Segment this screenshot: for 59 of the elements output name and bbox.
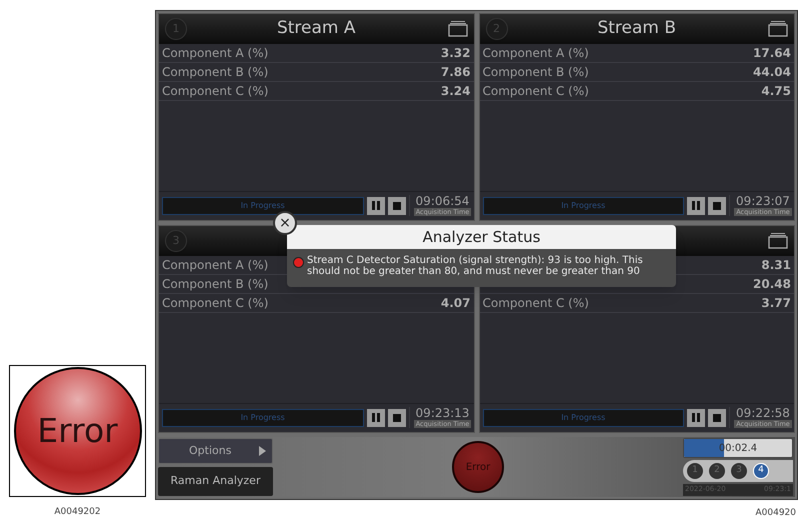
pause-button[interactable] (366, 196, 384, 214)
component-label: Component C (%) (482, 295, 589, 312)
component-value: 3.77 (761, 295, 791, 312)
stop-button[interactable] (708, 196, 726, 214)
pause-icon (692, 413, 700, 422)
pause-icon (372, 201, 380, 210)
component-value: 4.07 (440, 295, 470, 312)
pause-icon (372, 413, 380, 422)
stop-button[interactable] (388, 408, 406, 426)
progress-field: In Progress (162, 408, 364, 426)
dialog-title: Analyzer Status (287, 225, 676, 249)
component-label: Component B (%) (162, 64, 268, 81)
stop-icon (392, 414, 400, 422)
acquisition-time: 09:22:58 (736, 407, 790, 420)
component-label: Component A (%) (162, 45, 268, 62)
component-label: Component A (%) (482, 45, 589, 62)
pause-button[interactable] (687, 408, 705, 426)
component-value: 17.64 (753, 45, 791, 62)
stop-icon (713, 202, 721, 210)
stop-icon (713, 414, 721, 422)
stream-title: Stream B (597, 17, 676, 40)
analyzer-button[interactable]: Raman Analyzer (158, 467, 273, 496)
window-icon[interactable] (448, 20, 468, 37)
component-value: 44.04 (753, 64, 791, 81)
stream-title: Stream A (276, 17, 356, 40)
component-label: Component A (%) (162, 257, 268, 274)
window-icon[interactable] (768, 232, 788, 249)
progress-field: In Progress (482, 408, 684, 426)
triangle-icon (259, 446, 266, 456)
component-value: 3.32 (440, 45, 470, 62)
component-value: 7.86 (440, 64, 470, 81)
component-value: 3.24 (440, 83, 470, 100)
figure-caption: A0049202 (54, 506, 101, 518)
component-label: Component C (%) (162, 83, 268, 100)
progress-field: In Progress (162, 196, 364, 214)
component-label: Component B (%) (482, 64, 589, 81)
component-value: 20.48 (753, 276, 791, 293)
stop-button[interactable] (708, 408, 726, 426)
stream-selector-item[interactable]: 4 (753, 463, 769, 479)
pause-button[interactable] (687, 196, 705, 214)
acquisition-time: 09:23:07 (736, 195, 790, 208)
component-value: 4.75 (761, 83, 791, 100)
window-icon[interactable] (768, 20, 788, 37)
acquisition-time: 09:23:13 (416, 407, 470, 420)
pause-button[interactable] (366, 408, 384, 426)
component-label: Component C (%) (162, 295, 268, 312)
component-label: Component C (%) (482, 83, 589, 100)
status-indicator: Error (452, 441, 504, 493)
component-label: Component B (%) (162, 276, 268, 293)
progress-field: In Progress (482, 196, 684, 214)
acquisition-time: 09:06:54 (416, 195, 470, 208)
component-value: 8.31 (761, 257, 791, 274)
error-indicator: Error (14, 366, 142, 494)
figure-caption: A004920 (755, 507, 796, 520)
alert-message: Stream C Detector Saturation (signal strength): 93 is too high. This should not be greater than 80, and must never be greater than 90 (307, 255, 644, 277)
stop-button[interactable] (388, 196, 406, 214)
stop-icon (392, 202, 400, 210)
pause-icon (692, 201, 700, 210)
options-button[interactable]: Options (158, 438, 273, 464)
